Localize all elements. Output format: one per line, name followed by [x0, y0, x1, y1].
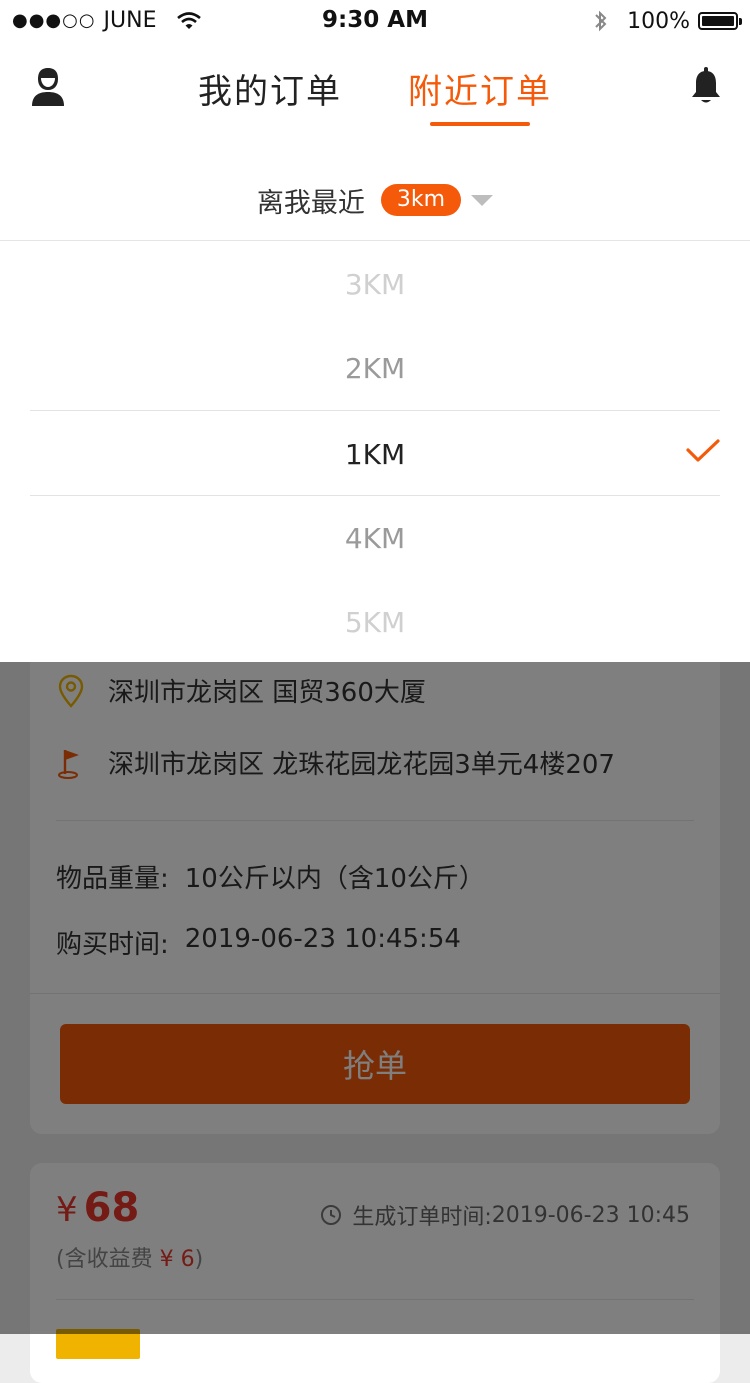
picker-selection-line: [30, 410, 720, 411]
device-status: 100%: [593, 8, 742, 34]
picker-option-selected[interactable]: 1KM: [0, 412, 750, 496]
user-profile-icon[interactable]: [28, 66, 68, 108]
battery-percent: 100%: [627, 8, 690, 34]
picker-option[interactable]: 3KM: [0, 242, 750, 326]
active-tab-indicator: [430, 122, 530, 126]
tab-nearby-orders[interactable]: 附近订单: [408, 64, 552, 113]
caret-down-icon: [471, 194, 494, 206]
filter-label: 离我最近: [256, 187, 365, 219]
divider: [0, 240, 750, 241]
picker-option[interactable]: 4KM: [0, 496, 750, 580]
battery-level-fill: [702, 16, 734, 26]
filter-dropdown-panel: ●●●○○ JUNE 9:30 AM 100% 我的订单 附近订单 离我最近 3…: [0, 0, 750, 662]
top-nav: 我的订单 附近订单: [0, 44, 750, 134]
distance-filter-toggle[interactable]: 离我最近 3km: [0, 160, 750, 240]
checkmark-icon: [686, 438, 720, 464]
tab-my-orders[interactable]: 我的订单: [198, 64, 342, 113]
bell-icon[interactable]: [690, 66, 722, 106]
battery-icon: [698, 12, 742, 30]
bluetooth-icon: [593, 8, 609, 34]
distance-badge: 3km: [380, 184, 462, 216]
distance-picker[interactable]: 3KM 2KM 1KM 4KM 5KM: [0, 242, 750, 662]
status-bar: ●●●○○ JUNE 9:30 AM 100%: [0, 0, 750, 40]
picker-option[interactable]: 2KM: [0, 326, 750, 410]
picker-option[interactable]: 5KM: [0, 580, 750, 664]
